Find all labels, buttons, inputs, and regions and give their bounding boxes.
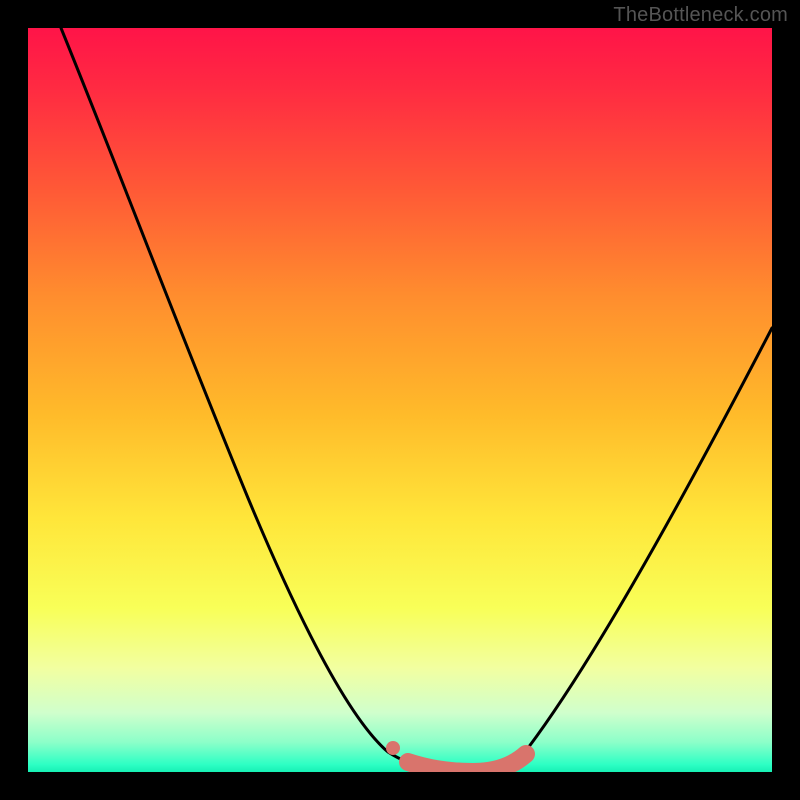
plot-area xyxy=(28,28,772,772)
bottleneck-curve xyxy=(61,28,772,770)
optimal-zone-markers xyxy=(386,741,526,772)
marker-dot xyxy=(386,741,400,755)
curve-layer xyxy=(28,28,772,772)
marker-arc xyxy=(408,754,526,772)
chart-frame: TheBottleneck.com xyxy=(0,0,800,800)
attribution-label: TheBottleneck.com xyxy=(613,4,788,27)
